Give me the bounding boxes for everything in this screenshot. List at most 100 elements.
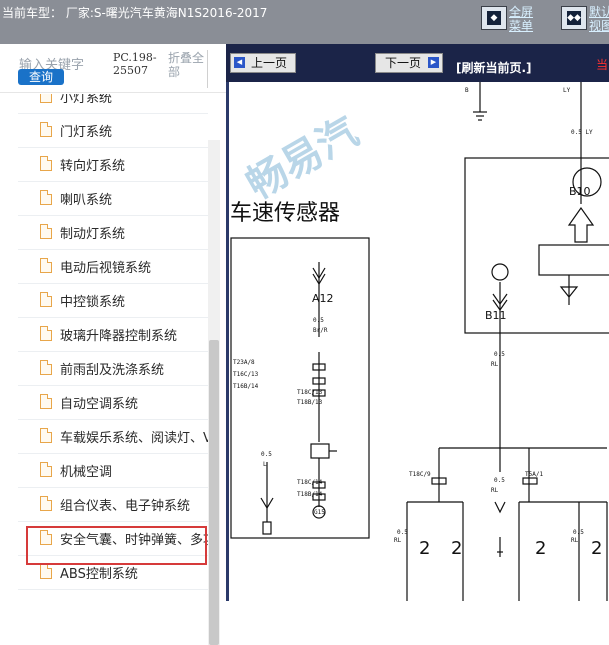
default-view-link-line2: 视图: [589, 19, 609, 33]
label-a12: A12: [312, 292, 334, 305]
label-g15: G15: [314, 509, 325, 516]
tree-item-label: 门灯系统: [60, 125, 113, 140]
document-icon: [40, 190, 52, 205]
query-button[interactable]: 查询: [18, 69, 64, 85]
search-row: 输入关键字 查询 PC.198-25507 折叠全部: [0, 44, 226, 93]
label-b11: B11: [485, 309, 507, 322]
section-heading: 车速传感器: [230, 201, 340, 226]
label-t18b14: T18B/14: [297, 491, 323, 498]
tree-item[interactable]: 电动后视镜系统: [18, 250, 208, 284]
tree-item-label: ABS控制系统: [60, 567, 138, 582]
label-t23a8: T23A/8: [233, 359, 255, 366]
selection-highlight: [26, 526, 207, 565]
tree-item[interactable]: 车载娱乐系统、阅读灯、V: [18, 420, 208, 454]
fullscreen-button[interactable]: ◆: [481, 6, 507, 30]
default-view-button[interactable]: ◆◆: [561, 6, 587, 30]
document-icon: [40, 224, 52, 239]
tree-item-selected[interactable]: 组合仪表、电子钟系统: [18, 488, 208, 522]
label-t18c14: T18C/14: [297, 479, 323, 486]
tree-item[interactable]: 机械空调: [18, 454, 208, 488]
viewer-toolbar: ◀ 上一页 下一页 ▶ [刷新当前页.] 当: [226, 44, 609, 82]
label-two-2: 2: [451, 538, 462, 559]
tree-item[interactable]: 中控锁系统: [18, 284, 208, 318]
tree-item-label: 电动后视镜系统: [60, 261, 152, 276]
tree-item[interactable]: 门灯系统: [18, 114, 208, 148]
document-icon: [40, 394, 52, 409]
label-t18c13: T18C/13: [297, 389, 323, 396]
label-two-3: 2: [535, 538, 546, 559]
refresh-page-link[interactable]: [刷新当前页.]: [456, 59, 532, 76]
tree-item-label: 机械空调: [60, 465, 113, 480]
tree-item[interactable]: 喇叭系统: [18, 182, 208, 216]
watermark: 畅易汽: [239, 109, 366, 209]
next-page-button[interactable]: 下一页 ▶: [375, 53, 443, 73]
label-br-rl: RL: [571, 537, 579, 544]
tree-item[interactable]: 自动空调系统: [18, 386, 208, 420]
wiring-diagram-svg: B LY 0.5 LY 0.5 RL T18C/9 T5A/1 0.5 RL 0…: [230, 82, 609, 601]
next-page-label: 下一页: [384, 56, 421, 70]
top-bar: 当前车型： 厂家:S-曙光汽车黄海N1S2016-2017 ◆ 全屏 菜单 ◆◆…: [0, 0, 609, 44]
document-icon: [40, 496, 52, 511]
document-icon: [40, 428, 52, 443]
label-brr: Br/R: [313, 327, 328, 334]
default-view-link-line1: 默认: [589, 5, 609, 19]
divider: [207, 50, 208, 88]
label-bl-rl: RL: [394, 537, 402, 544]
current-indicator: 当: [596, 58, 609, 72]
label-b10: B10: [569, 185, 591, 198]
tree-item-label: 自动空调系统: [60, 397, 139, 412]
label-t16c13: T16C/13: [233, 371, 259, 378]
fold-all-button[interactable]: 折叠全部: [168, 51, 208, 79]
diagram-viewer: ◀ 上一页 下一页 ▶ [刷新当前页.] 当 B LY 0.5 LY 0.5 R…: [226, 44, 609, 601]
document-icon: [40, 258, 52, 273]
document-icon: [40, 94, 52, 103]
pc-code: PC.198-25507: [113, 51, 157, 77]
label-br-05: 0.5: [573, 529, 584, 536]
right-arrow-icon: ▶: [428, 57, 439, 68]
label-ly2: 0.5 LY: [571, 129, 593, 136]
prev-page-button[interactable]: ◀ 上一页: [230, 53, 296, 73]
label-mid-05: 0.5: [494, 477, 505, 484]
tree-item-label: 玻璃升降器控制系统: [60, 329, 178, 344]
tree-item[interactable]: 制动灯系统: [18, 216, 208, 250]
tree-item-label: 中控锁系统: [60, 295, 126, 310]
tree-item-label: 喇叭系统: [60, 193, 113, 208]
label-sl: L: [263, 461, 267, 468]
system-tree: 小灯系统 门灯系统 转向灯系统 喇叭系统 制动灯系统 电动后视镜系统 中控锁系统: [18, 94, 208, 601]
label-ly: LY: [563, 87, 571, 94]
prev-page-label: 上一页: [250, 56, 287, 70]
default-view-link[interactable]: 默认 视图: [589, 5, 609, 33]
document-icon: [40, 156, 52, 171]
document-icon: [40, 564, 52, 579]
tree-item-label: 组合仪表、电子钟系统: [60, 499, 191, 514]
left-arrow-icon: ◀: [234, 57, 245, 68]
label-t18c9: T18C/9: [409, 471, 431, 478]
tree-item-label: 车载娱乐系统、阅读灯、V: [60, 431, 208, 446]
label-bl-05: 0.5: [397, 529, 408, 536]
label-t18b13: T18B/13: [297, 399, 323, 406]
label-two-1: 2: [419, 538, 430, 559]
tree-item-label: 小灯系统: [60, 94, 113, 106]
wiring-diagram: B LY 0.5 LY 0.5 RL T18C/9 T5A/1 0.5 RL 0…: [226, 82, 609, 601]
scrollbar-thumb[interactable]: [209, 340, 219, 645]
tree-item[interactable]: 转向灯系统: [18, 148, 208, 182]
tree-item-label: 前雨刮及洗涤系统: [60, 363, 165, 378]
label-t16b14: T16B/14: [233, 383, 259, 390]
label-s05: 0.5: [261, 451, 272, 458]
left-panel: 输入关键字 查询 PC.198-25507 折叠全部 小灯系统 门灯系统 转向灯…: [0, 44, 226, 645]
document-icon: [40, 462, 52, 477]
label-05-rl: 0.5: [494, 351, 505, 358]
tree-item-label: 制动灯系统: [60, 227, 126, 242]
fullscreen-menu-link[interactable]: 全屏 菜单: [509, 5, 533, 33]
document-icon: [40, 122, 52, 137]
label-b: B: [465, 87, 469, 94]
tree-item[interactable]: 玻璃升降器控制系统: [18, 318, 208, 352]
label-two-4: 2: [591, 538, 602, 559]
tree-item[interactable]: 前雨刮及洗涤系统: [18, 352, 208, 386]
current-vehicle-title: 当前车型： 厂家:S-曙光汽车黄海N1S2016-2017: [2, 6, 268, 20]
tree-item[interactable]: 小灯系统: [18, 94, 208, 114]
fullscreen-icon: ◆: [487, 11, 501, 25]
label-rl: RL: [491, 361, 499, 368]
split-view-icon: ◆◆: [567, 11, 581, 25]
document-icon: [40, 292, 52, 307]
